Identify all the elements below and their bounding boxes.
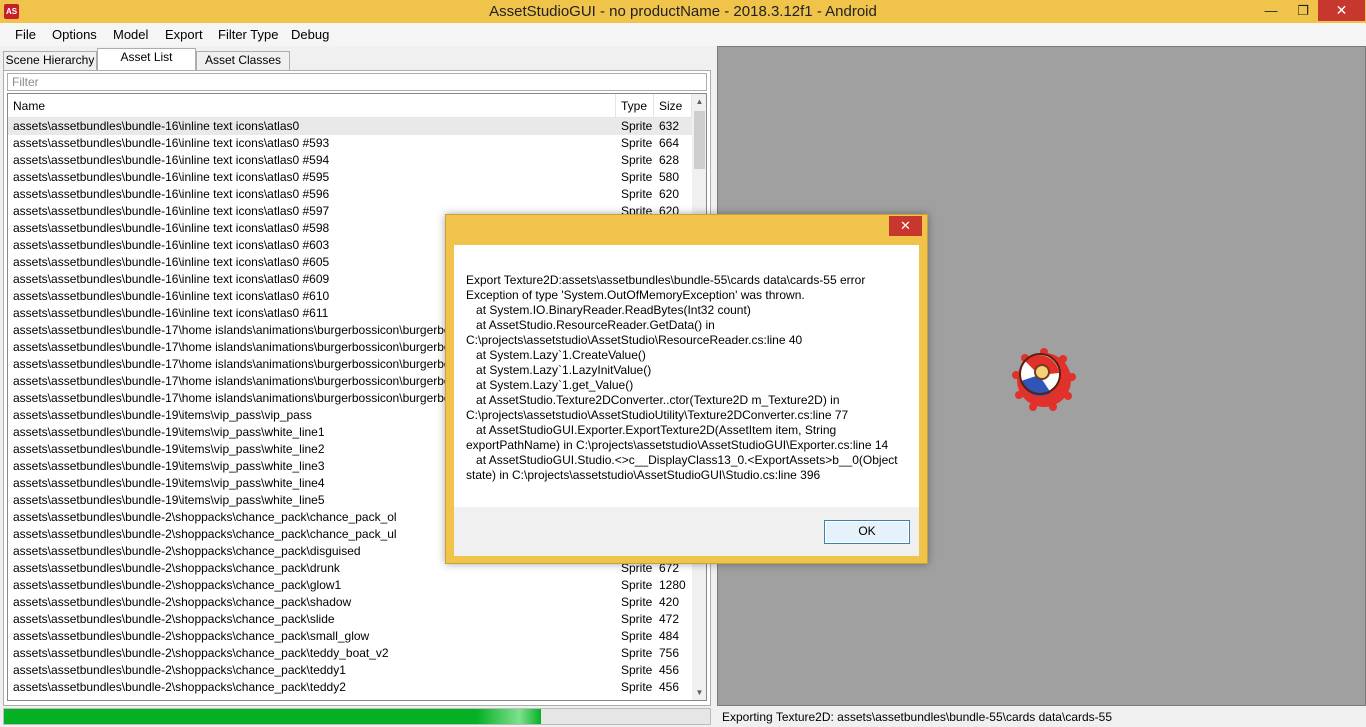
cell-type: Sprite [621, 119, 653, 133]
cell-type: Sprite [621, 612, 653, 626]
cell-size: 456 [659, 663, 680, 677]
cell-name: assets\assetbundles\bundle-16\inline tex… [13, 136, 330, 150]
cell-size: 620 [659, 187, 680, 201]
column-header-name[interactable]: Name [8, 94, 616, 118]
table-row[interactable]: assets\assetbundles\bundle-16\inline tex… [8, 186, 692, 203]
table-row[interactable]: assets\assetbundles\bundle-16\inline tex… [8, 135, 692, 152]
cell-name: assets\assetbundles\bundle-2\shoppacks\c… [13, 646, 389, 660]
cell-name: assets\assetbundles\bundle-16\inline tex… [13, 170, 330, 184]
cell-size: 484 [659, 629, 680, 643]
cell-name: assets\assetbundles\bundle-16\inline tex… [13, 119, 300, 133]
table-row[interactable]: assets\assetbundles\bundle-16\inline tex… [8, 169, 692, 186]
table-row[interactable]: assets\assetbundles\bundle-2\shoppacks\c… [8, 662, 692, 679]
tab-scene-hierarchy[interactable]: Scene Hierarchy [3, 51, 97, 70]
dialog-message: Export Texture2D:assets\assetbundles\bun… [466, 273, 898, 482]
column-header-size[interactable]: Size [654, 94, 692, 118]
scroll-up-icon[interactable]: ▲ [692, 94, 706, 109]
maximize-icon[interactable]: ❐ [1288, 0, 1318, 21]
table-row[interactable]: assets\assetbundles\bundle-2\shoppacks\c… [8, 594, 692, 611]
table-row[interactable]: assets\assetbundles\bundle-2\shoppacks\c… [8, 679, 692, 696]
cell-size: 580 [659, 170, 680, 184]
cell-type: Sprite [621, 187, 653, 201]
scroll-thumb[interactable] [694, 111, 705, 169]
dialog-footer: OK [454, 507, 919, 556]
menu-export[interactable]: Export [165, 27, 203, 42]
status-bar: Exporting Texture2D: assets\assetbundles… [717, 707, 1366, 727]
table-row[interactable]: assets\assetbundles\bundle-2\shoppacks\c… [8, 645, 692, 662]
cell-name: assets\assetbundles\bundle-2\shoppacks\c… [13, 663, 346, 677]
scroll-down-icon[interactable]: ▼ [692, 685, 706, 700]
close-icon[interactable]: ✕ [1318, 0, 1365, 21]
cell-size: 756 [659, 646, 680, 660]
tab-asset-classes[interactable]: Asset Classes [196, 51, 290, 70]
window-title: AssetStudioGUI - no productName - 2018.3… [489, 3, 877, 20]
cell-size: 420 [659, 595, 680, 609]
tab-asset-list[interactable]: Asset List [97, 48, 196, 70]
menu-filter-type[interactable]: Filter Type [218, 27, 278, 42]
cell-name: assets\assetbundles\bundle-16\inline tex… [13, 187, 330, 201]
cell-size: 632 [659, 119, 680, 133]
cell-name: assets\assetbundles\bundle-2\shoppacks\c… [13, 680, 346, 694]
filter-input[interactable]: Filter [7, 73, 707, 91]
menu-model[interactable]: Model [113, 27, 148, 42]
cell-name: assets\assetbundles\bundle-16\inline tex… [13, 153, 330, 167]
cell-type: Sprite [621, 680, 653, 694]
cell-size: 664 [659, 136, 680, 150]
cell-type: Sprite [621, 153, 653, 167]
menu-bar: File Options Model Export Filter Type De… [0, 23, 1366, 46]
menu-file[interactable]: File [15, 27, 36, 42]
table-row[interactable]: assets\assetbundles\bundle-2\shoppacks\c… [8, 628, 692, 645]
cell-type: Sprite [621, 646, 653, 660]
table-row[interactable]: assets\assetbundles\bundle-2\shoppacks\c… [8, 611, 692, 628]
cell-type: Sprite [621, 595, 653, 609]
error-dialog: ✕ Export Texture2D:assets\assetbundles\b… [445, 214, 928, 564]
dialog-body: Export Texture2D:assets\assetbundles\bun… [454, 245, 919, 507]
table-row[interactable]: assets\assetbundles\bundle-16\inline tex… [8, 152, 692, 169]
cell-size: 1280 [659, 578, 686, 592]
table-row[interactable]: assets\assetbundles\bundle-16\inline tex… [8, 118, 692, 135]
minimize-icon[interactable]: — [1256, 0, 1286, 21]
cell-name: assets\assetbundles\bundle-2\shoppacks\c… [13, 612, 335, 626]
dialog-close-icon[interactable]: ✕ [889, 216, 922, 236]
progress-bar [3, 708, 711, 725]
cell-size: 472 [659, 612, 680, 626]
cell-name: assets\assetbundles\bundle-2\shoppacks\c… [13, 578, 342, 592]
cell-type: Sprite [621, 136, 653, 150]
progress-fill [4, 709, 541, 724]
sprite-preview [1012, 348, 1076, 411]
cell-type: Sprite [621, 578, 653, 592]
cell-type: Sprite [621, 629, 653, 643]
ok-button[interactable]: OK [824, 520, 910, 544]
column-header-type[interactable]: Type [616, 94, 654, 118]
cell-type: Sprite [621, 170, 653, 184]
list-header: Name Type Size [8, 94, 692, 118]
cell-name: assets\assetbundles\bundle-2\shoppacks\c… [13, 595, 352, 609]
table-row[interactable]: assets\assetbundles\bundle-2\shoppacks\c… [8, 577, 692, 594]
menu-options[interactable]: Options [52, 27, 97, 42]
cell-size: 628 [659, 153, 680, 167]
menu-debug[interactable]: Debug [291, 27, 329, 42]
cell-type: Sprite [621, 663, 653, 677]
cell-size: 456 [659, 680, 680, 694]
title-bar: AS AssetStudioGUI - no productName - 201… [0, 0, 1366, 23]
cell-name: assets\assetbundles\bundle-2\shoppacks\c… [13, 629, 370, 643]
